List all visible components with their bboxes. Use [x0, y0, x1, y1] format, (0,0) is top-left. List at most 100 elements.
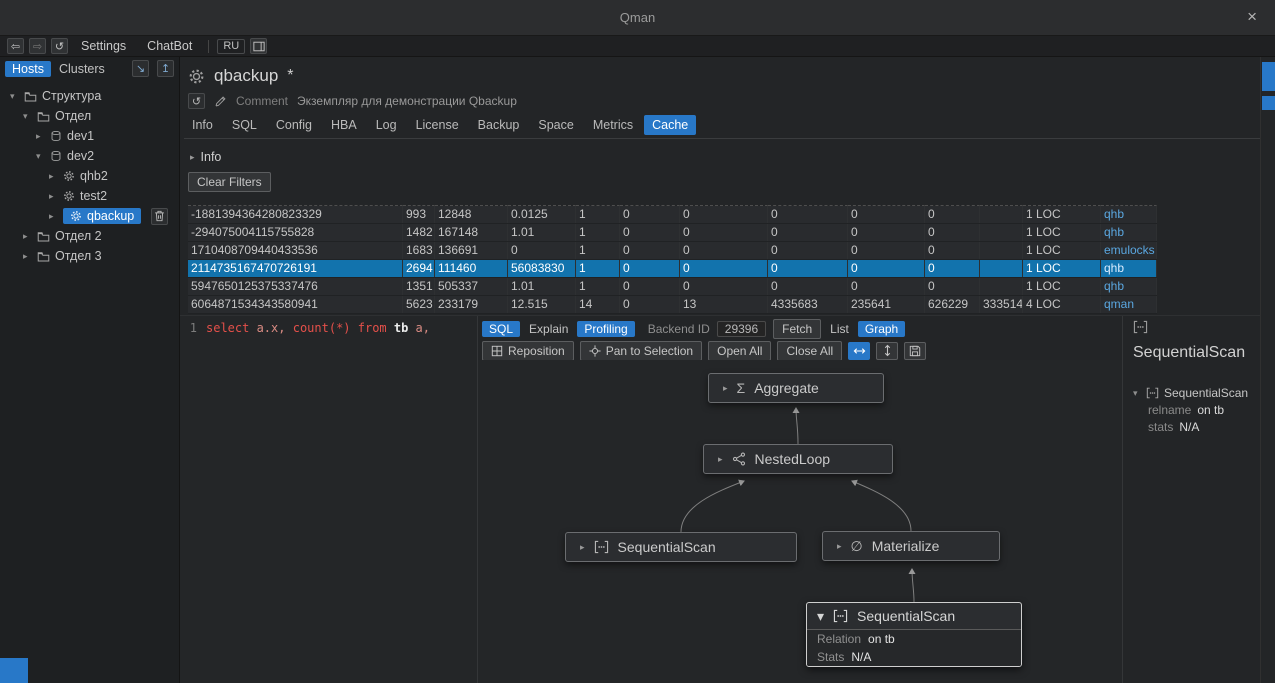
expand-arrow[interactable]: ▸	[837, 541, 842, 552]
fetch-button[interactable]: Fetch	[773, 319, 821, 339]
plan-node-seqscan[interactable]: ▸ SequentialScan	[565, 532, 797, 562]
tab-cache[interactable]: Cache	[644, 115, 696, 135]
plan-node-materialize[interactable]: ▸ ∅ Materialize	[822, 531, 1000, 561]
close-button[interactable]: ×	[1241, 0, 1263, 36]
pan-to-selection-button[interactable]: Pan to Selection	[580, 341, 702, 361]
edit-comment-icon[interactable]	[214, 95, 227, 108]
profiling-button[interactable]: Profiling	[577, 321, 634, 337]
column-filter-input[interactable]	[925, 195, 980, 206]
tree-item-otdel-3[interactable]: ▸ Отдел 3	[0, 246, 179, 266]
database-link[interactable]: qhb	[1101, 260, 1157, 277]
info-section-header[interactable]: ▸ Info	[190, 150, 221, 164]
expand-arrow[interactable]: ▾	[23, 111, 32, 122]
expand-arrow[interactable]: ▾	[10, 91, 19, 102]
inspector-tree-item[interactable]: ▾ SequentialScan	[1133, 386, 1260, 400]
reposition-button[interactable]: Reposition	[482, 341, 574, 361]
tab-info[interactable]: Info	[184, 115, 221, 135]
tab-log[interactable]: Log	[368, 115, 405, 135]
fit-height-button[interactable]	[876, 342, 898, 360]
database-link[interactable]: qhb	[1101, 224, 1157, 241]
column-filter-input[interactable]	[980, 195, 1023, 206]
tab-backup[interactable]: Backup	[470, 115, 528, 135]
selected-tree-item[interactable]: qbackup	[63, 208, 141, 224]
column-filter-input[interactable]	[435, 195, 508, 206]
column-filter-input[interactable]	[576, 195, 620, 206]
expand-arrow[interactable]: ▸	[580, 542, 585, 553]
chatbot-menu[interactable]: ChatBot	[139, 39, 200, 53]
scrollbar-marker[interactable]	[1262, 96, 1275, 110]
list-view-button[interactable]: List	[828, 322, 851, 336]
tree-item-test2[interactable]: ▸ test2	[0, 186, 179, 206]
clear-filters-button[interactable]: Clear Filters	[188, 172, 271, 192]
collapse-arrow[interactable]: ▾	[817, 608, 824, 625]
language-button[interactable]: RU	[217, 39, 245, 54]
tree-item-otdel-2[interactable]: ▸ Отдел 2	[0, 226, 179, 246]
tab-config[interactable]: Config	[268, 115, 320, 135]
database-link[interactable]: emulocks	[1101, 242, 1157, 259]
column-filter-input[interactable]	[848, 195, 925, 206]
sql-editor[interactable]: 1 select a.x, count(*) from tb a,	[180, 316, 478, 683]
column-filter-input[interactable]	[403, 195, 435, 206]
scrollbar-track[interactable]	[1260, 57, 1275, 683]
column-filter-input[interactable]	[508, 195, 576, 206]
tab-sql[interactable]: SQL	[224, 115, 265, 135]
column-filter-input[interactable]	[680, 195, 768, 206]
close-all-button[interactable]: Close All	[777, 341, 842, 361]
expanded-node-header[interactable]: ▾ SequentialScan	[807, 603, 1021, 630]
database-link[interactable]: qman	[1101, 296, 1157, 313]
tab-metrics[interactable]: Metrics	[585, 115, 641, 135]
table-row[interactable]: 6064871534343580941562323317912.51514013…	[188, 296, 1157, 314]
sidebar-corner-indicator[interactable]	[0, 658, 28, 683]
tab-space[interactable]: Space	[530, 115, 581, 135]
table-row[interactable]: -29407500411575582814821671481.011000001…	[188, 224, 1157, 242]
sql-mode-button[interactable]: SQL	[482, 321, 520, 337]
column-filter-input[interactable]	[768, 195, 848, 206]
table-row[interactable]: 1710408709440433536168313669101000001 LO…	[188, 242, 1157, 260]
settings-menu[interactable]: Settings	[73, 39, 134, 53]
column-filter-input[interactable]	[188, 195, 403, 206]
scrollbar-thumb[interactable]	[1262, 62, 1275, 91]
table-row[interactable]: 594765012537533747613515053371.011000001…	[188, 278, 1157, 296]
tree-item-qbackup[interactable]: ▸ qbackup	[0, 206, 179, 226]
plan-graph-canvas[interactable]: ▸ Σ Aggregate ▸ NestedLoop ▸ SequentialS…	[478, 360, 1122, 683]
descend-button[interactable]: ↘	[132, 60, 149, 77]
database-link[interactable]: qhb	[1101, 206, 1157, 223]
plan-node-nestedloop[interactable]: ▸ NestedLoop	[703, 444, 893, 474]
collapse-arrow[interactable]: ▾	[1133, 388, 1141, 399]
save-image-button[interactable]	[904, 342, 926, 360]
column-filter-input[interactable]	[620, 195, 680, 206]
plan-node-aggregate[interactable]: ▸ Σ Aggregate	[708, 373, 884, 403]
expand-arrow[interactable]: ▸	[36, 131, 45, 142]
expand-arrow[interactable]: ▸	[718, 454, 723, 465]
fit-width-button[interactable]	[848, 342, 870, 360]
undo-button[interactable]: ↺	[51, 38, 68, 54]
layout-toggle-button[interactable]	[250, 38, 267, 54]
column-filter-input[interactable]	[1101, 195, 1157, 206]
expand-arrow[interactable]: ▸	[49, 211, 58, 222]
open-all-button[interactable]: Open All	[708, 341, 771, 361]
column-filter-input[interactable]	[1023, 195, 1101, 206]
revert-comment-button[interactable]: ↺	[188, 93, 205, 109]
plan-node-seqscan-expanded[interactable]: ▾ SequentialScan Relation on tb Stats N/…	[806, 602, 1022, 667]
tree-item-structura[interactable]: ▾ Структура	[0, 86, 179, 106]
expand-arrow[interactable]: ▾	[36, 151, 45, 162]
graph-view-button[interactable]: Graph	[858, 321, 905, 337]
delete-button[interactable]	[151, 208, 168, 225]
tree-item-dev2[interactable]: ▾ dev2	[0, 146, 179, 166]
tab-license[interactable]: License	[408, 115, 467, 135]
explain-button[interactable]: Explain	[527, 322, 570, 336]
table-row-selected[interactable]: 2114735167470726191269411146056083830100…	[188, 260, 1157, 278]
tab-hba[interactable]: HBA	[323, 115, 365, 135]
forward-button[interactable]: ⇨	[29, 38, 46, 54]
tab-clusters[interactable]: Clusters	[59, 62, 105, 76]
tree-item-otdel[interactable]: ▾ Отдел	[0, 106, 179, 126]
database-link[interactable]: qhb	[1101, 278, 1157, 295]
tree-item-dev1[interactable]: ▸ dev1	[0, 126, 179, 146]
tab-hosts[interactable]: Hosts	[5, 61, 51, 77]
expand-arrow[interactable]: ▸	[49, 191, 58, 202]
expand-arrow[interactable]: ▸	[23, 231, 32, 242]
expand-arrow[interactable]: ▸	[723, 383, 728, 394]
collapse-to-top-button[interactable]: ↥	[157, 60, 174, 77]
tree-item-qhb2[interactable]: ▸ qhb2	[0, 166, 179, 186]
back-button[interactable]: ⇦	[7, 38, 24, 54]
